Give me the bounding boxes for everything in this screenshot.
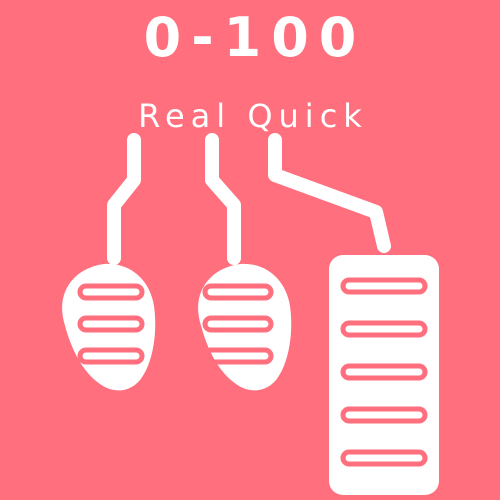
page-subtitle: Real Quick xyxy=(138,97,368,135)
page-title: 0-100 xyxy=(143,6,367,69)
pedals-illustration xyxy=(0,0,500,500)
